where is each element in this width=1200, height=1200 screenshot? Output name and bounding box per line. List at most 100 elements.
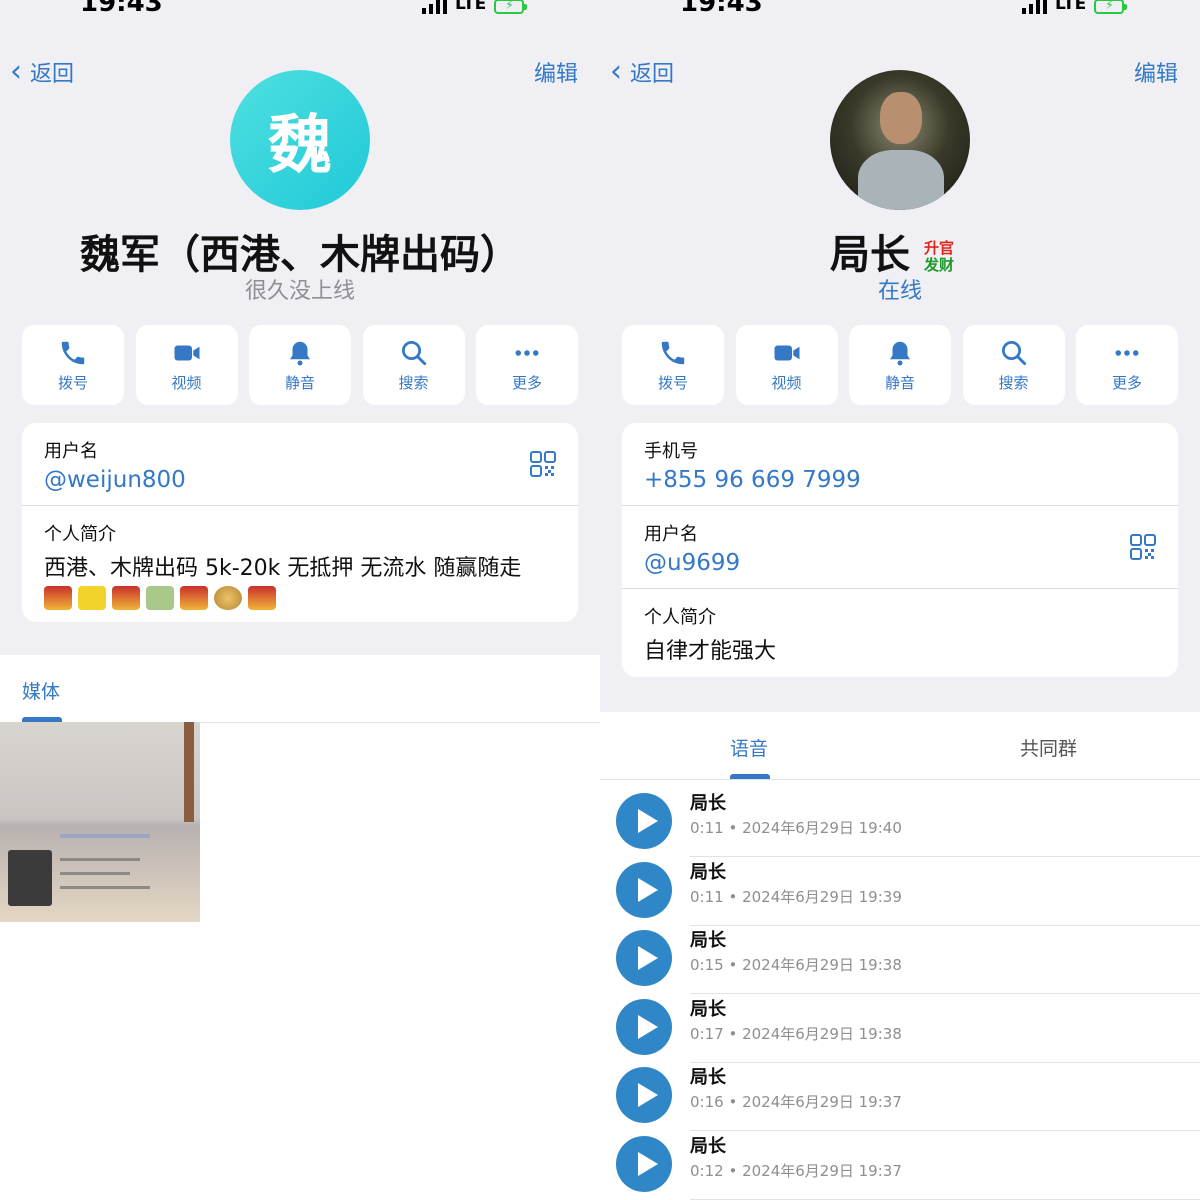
search-button[interactable]: 搜索 [962,325,1065,405]
phone-label: 手机号 [644,441,698,462]
voice-meta: 0:16 • 2024年6月29日 19:37 [690,1093,902,1111]
info-card: 用户名 @weijun800 个人简介 西港、木牌出码 5k-20k 无抵押 无… [22,423,578,622]
video-button[interactable]: 视频 [135,325,238,405]
username-row[interactable]: 用户名 @weijun800 [22,423,578,506]
more-button[interactable]: 更多 [1076,325,1178,405]
voice-sender: 局长 [690,1136,726,1157]
contact-name: 局长 [830,232,911,278]
back-button[interactable]: ‹ 返回 [610,56,674,88]
phone-icon [61,341,85,364]
bell-icon [890,341,910,365]
back-button[interactable]: ‹ 返回 [10,56,74,88]
tab-media[interactable]: 媒体 [22,677,60,704]
passport-text-line [60,834,150,838]
mute-button[interactable]: 静音 [249,325,351,405]
video-label: 视频 [171,373,202,392]
qr-code-icon[interactable] [530,451,556,477]
video-button[interactable]: 视频 [735,325,838,405]
bio-text: 西港、木牌出码 5k-20k 无抵押 无流水 随赢随走 [44,556,522,581]
bio-text: 自律才能强大 [644,639,777,664]
phone-row[interactable]: 手机号 +855 96 669 7999 [622,423,1178,506]
play-icon[interactable] [616,862,672,918]
voice-message-item[interactable]: 局长 0:12 • 2024年6月29日 19:37 [600,1132,1200,1200]
status-time: 19:43 [680,0,763,18]
avatar-suit [858,150,944,210]
contact-panel-right: 19:43 LTE ⚡ ‹ 返回 编辑 局长 升官 发财 在线 拨号 视频 静音 [600,0,1200,1200]
mute-button[interactable]: 静音 [849,325,951,405]
voice-meta: 0:11 • 2024年6月29日 19:40 [690,819,902,837]
shared-media-section: 语音 共同群 局长 0:11 • 2024年6月29日 19:40 局长 0:1… [600,712,1200,1200]
signal-icon [422,0,447,14]
avatar[interactable]: 魏 [230,70,370,210]
slot-machine-icon [180,586,208,610]
bio-label: 个人简介 [644,607,716,628]
last-seen-status: 很久没上线 [244,279,355,304]
more-label: 更多 [511,373,542,392]
search-icon [401,340,426,365]
slot-machine-icon [112,586,140,610]
passport-text-line [60,886,150,889]
avatar-face [880,92,922,144]
voice-message-item[interactable]: 局长 0:16 • 2024年6月29日 19:37 [600,1063,1200,1131]
bio-row: 个人简介 自律才能强大 [622,589,1178,677]
video-icon [174,345,199,360]
passport-text-line [60,872,130,875]
call-button[interactable]: 拨号 [22,325,124,405]
voice-message-item[interactable]: 局长 0:15 • 2024年6月29日 19:38 [600,926,1200,994]
play-icon[interactable] [616,1067,672,1123]
signal-icon [1022,0,1047,14]
slot-machine-icon [248,586,276,610]
search-label: 搜索 [998,373,1029,392]
divider [690,856,1200,857]
call-label: 拨号 [657,373,688,392]
play-icon[interactable] [616,1136,672,1192]
chevron-left-icon: ‹ [10,54,22,89]
tab-common-groups[interactable]: 共同群 [1020,734,1077,761]
play-icon[interactable] [616,999,672,1055]
badge-bottom: 发财 [923,256,954,274]
voice-meta: 0:15 • 2024年6月29日 19:38 [690,956,902,974]
voice-sender: 局长 [690,1067,726,1088]
edit-button[interactable]: 编辑 [1134,56,1178,88]
divider [690,993,1200,994]
bio-emoji-row [44,586,556,610]
tab-voice[interactable]: 语音 [730,734,768,761]
bio-row: 个人简介 西港、木牌出码 5k-20k 无抵押 无流水 随赢随走 [22,506,578,622]
voice-message-item[interactable]: 局长 0:11 • 2024年6月29日 19:39 [600,858,1200,926]
qr-code-icon[interactable] [1130,534,1156,560]
phone-icon [661,341,685,364]
voice-message-item[interactable]: 局长 0:17 • 2024年6月29日 19:38 [600,995,1200,1063]
action-bar: 拨号 视频 静音 搜索 更多 [622,325,1178,405]
username-value[interactable]: @u9699 [644,550,1156,576]
tab-divider [600,779,1200,780]
phone-value[interactable]: +855 96 669 7999 [644,467,1156,493]
back-label: 返回 [30,62,75,87]
network-label: LTE [455,0,487,14]
search-button[interactable]: 搜索 [362,325,465,405]
voice-message-item[interactable]: 局长 0:11 • 2024年6月29日 19:40 [600,789,1200,857]
premium-badge-icon: 升官 发财 [924,240,970,274]
battery-icon: ⚡ [1094,0,1128,14]
media-thumbnail-passport[interactable] [0,722,200,922]
username-value[interactable]: @weijun800 [44,467,556,493]
call-label: 拨号 [57,373,88,392]
status-indicators: LTE ⚡ [422,0,528,14]
bell-icon [290,341,310,365]
slot-machine-icon [44,586,72,610]
back-label: 返回 [630,62,675,87]
play-icon[interactable] [616,930,672,986]
online-status: 在线 [877,279,922,304]
edit-button[interactable]: 编辑 [534,56,578,88]
more-button[interactable]: 更多 [476,325,578,405]
username-label: 用户名 [644,524,698,545]
avatar[interactable] [830,70,970,210]
play-icon[interactable] [616,793,672,849]
call-button[interactable]: 拨号 [622,325,724,405]
voice-sender: 局长 [690,862,726,883]
passport-photo [8,850,52,906]
voice-sender: 局长 [690,793,726,814]
more-icon [1115,349,1139,356]
username-row[interactable]: 用户名 @u9699 [622,506,1178,589]
voice-sender: 局长 [690,999,726,1020]
badge-top: 升官 [923,239,954,257]
